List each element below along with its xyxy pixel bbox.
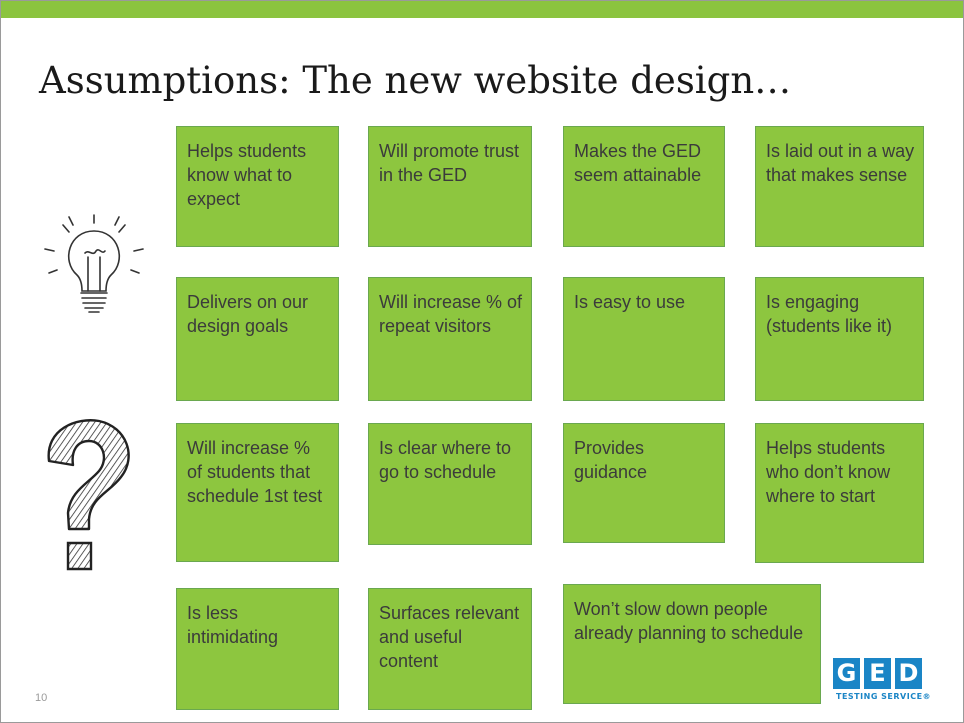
assumption-card: Helps students know what to expect [176, 126, 339, 247]
assumption-card: Is clear where to go to schedule [368, 423, 532, 545]
assumption-card: Will promote trust in the GED [368, 126, 532, 247]
logo-letter-g: G [833, 658, 860, 689]
slide: Assumptions: The new website design… Hel… [0, 0, 964, 723]
accent-bar [1, 1, 963, 18]
assumption-card: Is easy to use [563, 277, 725, 401]
assumption-card: Is engaging (students like it) [755, 277, 924, 401]
assumption-card: Delivers on our design goals [176, 277, 339, 401]
assumption-card: Makes the GED seem attainable [563, 126, 725, 247]
assumption-card: Will increase % of students that schedul… [176, 423, 339, 562]
assumption-card: Is less intimidating [176, 588, 339, 710]
logo-letter-e: E [864, 658, 891, 689]
ged-logo: G E D TESTING SERVICE® [833, 658, 932, 708]
assumption-card: Helps students who don’t know where to s… [755, 423, 924, 563]
slide-number: 10 [35, 692, 48, 704]
logo-tagline: TESTING SERVICE® [836, 692, 932, 701]
light-bulb-icon [44, 214, 144, 313]
question-mark-icon [47, 419, 130, 571]
assumption-card: Won’t slow down people already planning … [563, 584, 821, 704]
assumption-card: Surfaces relevant and useful content [368, 588, 532, 710]
assumption-card: Will increase % of repeat visitors [368, 277, 532, 401]
slide-title: Assumptions: The new website design… [39, 59, 792, 102]
logo-letter-d: D [895, 658, 922, 689]
assumption-card: Provides guidance [563, 423, 725, 543]
assumption-card: Is laid out in a way that makes sense [755, 126, 924, 247]
